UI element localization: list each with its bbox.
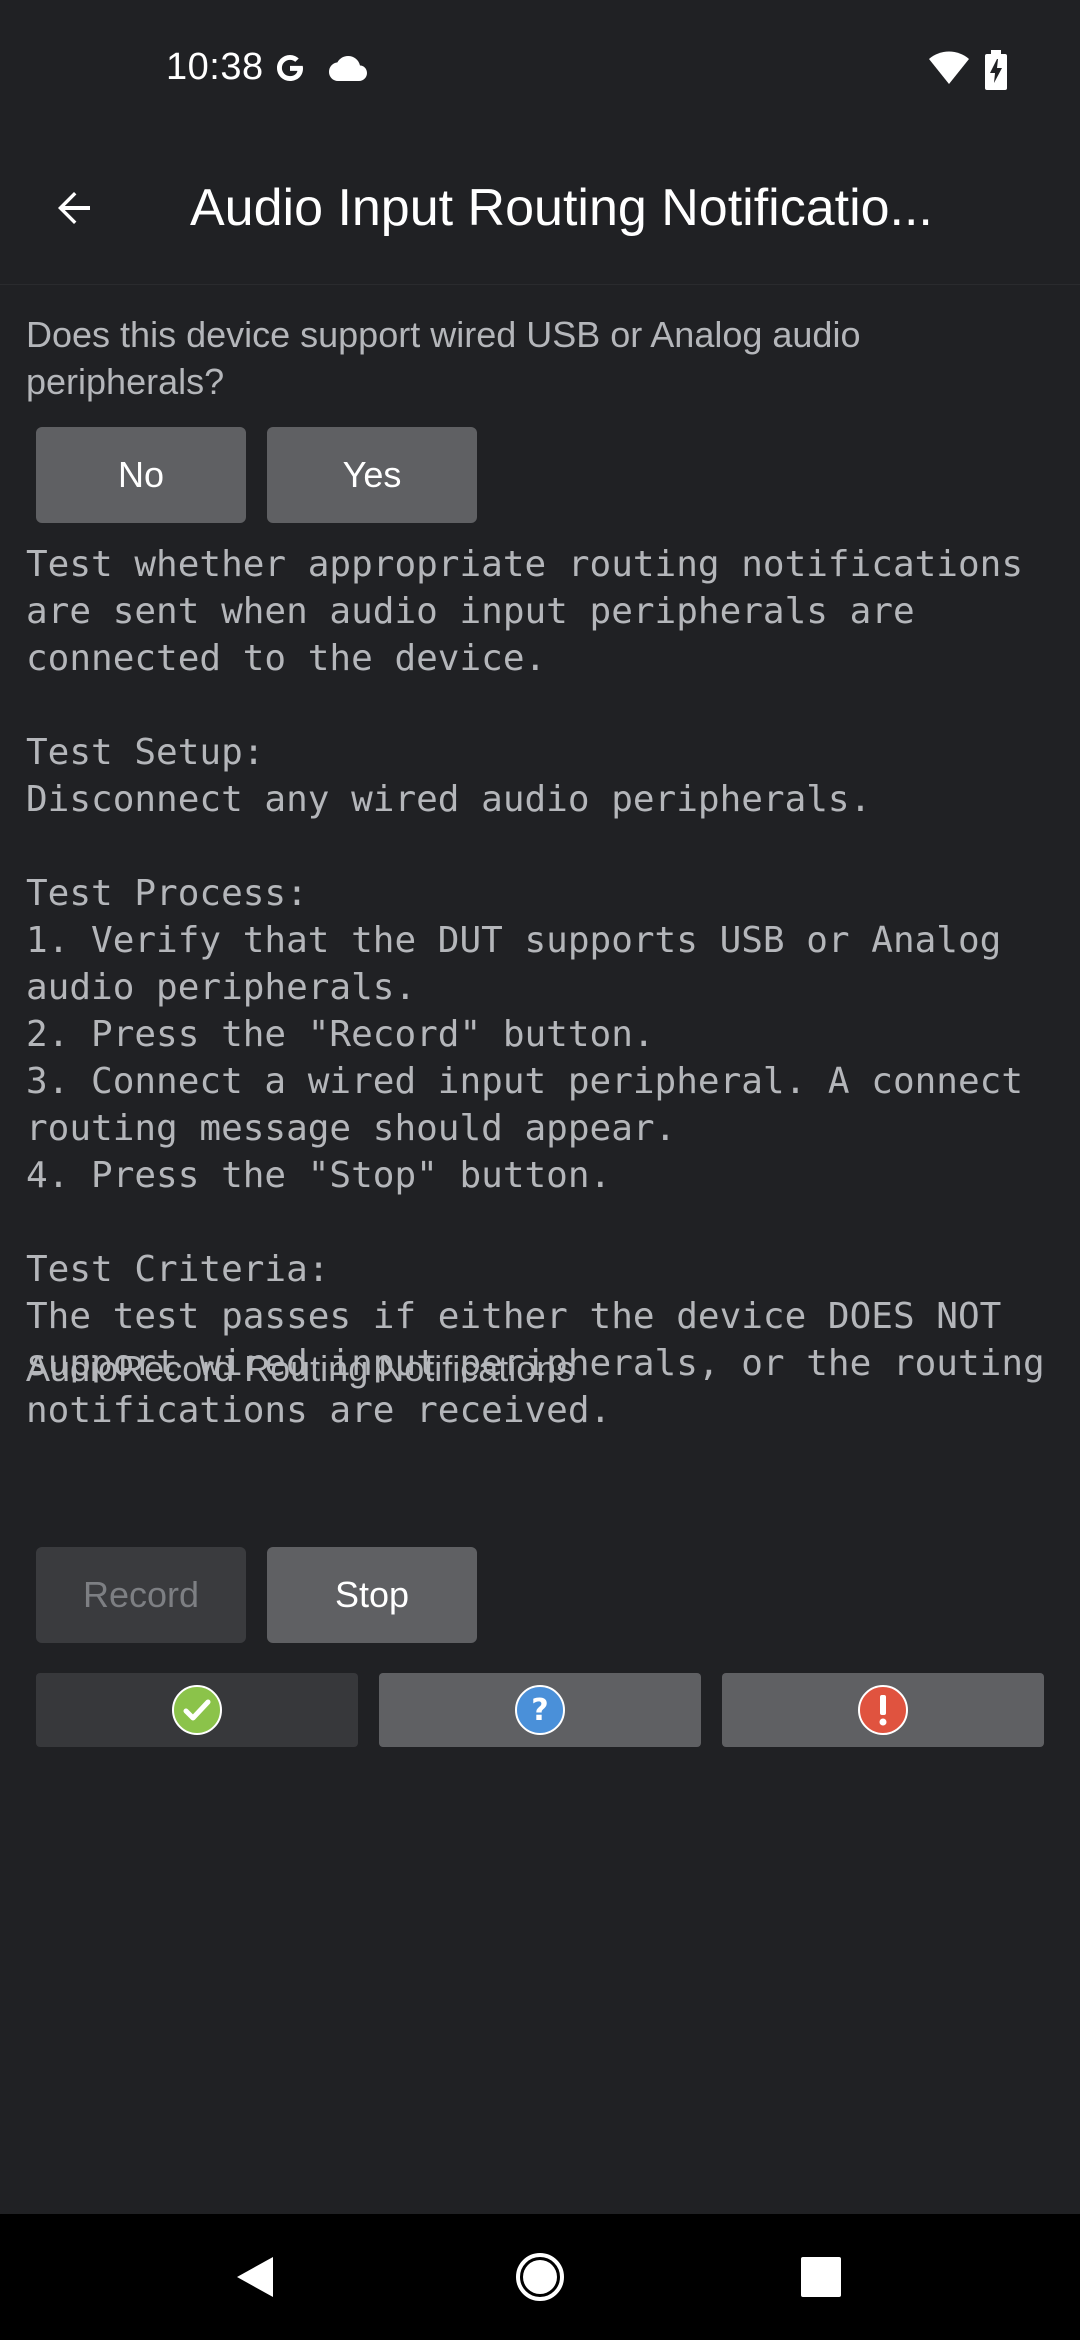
nav-recents-icon bbox=[801, 2257, 841, 2297]
nav-home-icon bbox=[516, 2253, 564, 2301]
fail-button[interactable] bbox=[722, 1673, 1044, 1747]
back-button[interactable] bbox=[36, 170, 112, 246]
stop-button[interactable]: Stop bbox=[267, 1547, 477, 1643]
check-circle-icon bbox=[172, 1685, 222, 1735]
page-title: Audio Input Routing Notificatio... bbox=[190, 179, 933, 237]
system-nav-bar bbox=[0, 2214, 1080, 2340]
app-bar: Audio Input Routing Notificatio... bbox=[0, 140, 1080, 284]
status-bar: 10:38 bbox=[0, 0, 1080, 140]
wifi-icon bbox=[929, 51, 969, 84]
yes-button[interactable]: Yes bbox=[267, 427, 477, 523]
routing-notifications-label: AudioRecord Routing Notifications bbox=[26, 1348, 575, 1389]
support-question: Does this device support wired USB or An… bbox=[26, 314, 861, 402]
cloud-icon bbox=[329, 56, 367, 81]
nav-recents-button[interactable] bbox=[788, 2244, 854, 2310]
nav-back-button[interactable] bbox=[222, 2244, 288, 2310]
test-content: Does this device support wired USB or An… bbox=[0, 284, 1080, 2215]
question-circle-icon: ? bbox=[515, 1685, 565, 1735]
exclamation-circle-icon bbox=[858, 1685, 908, 1735]
google-g-icon bbox=[277, 55, 303, 81]
svg-text:?: ? bbox=[531, 1693, 548, 1728]
test-instructions: Test whether appropriate routing notific… bbox=[26, 544, 1045, 1431]
nav-home-button[interactable] bbox=[507, 2244, 573, 2310]
pass-button[interactable] bbox=[36, 1673, 358, 1747]
no-button[interactable]: No bbox=[36, 427, 246, 523]
arrow-back-icon bbox=[58, 192, 90, 224]
info-button[interactable]: ? bbox=[379, 1673, 701, 1747]
status-time: 10:38 bbox=[166, 46, 264, 88]
record-button[interactable]: Record bbox=[36, 1547, 246, 1643]
battery-charging-icon bbox=[985, 50, 1007, 90]
nav-back-icon bbox=[237, 2257, 273, 2297]
